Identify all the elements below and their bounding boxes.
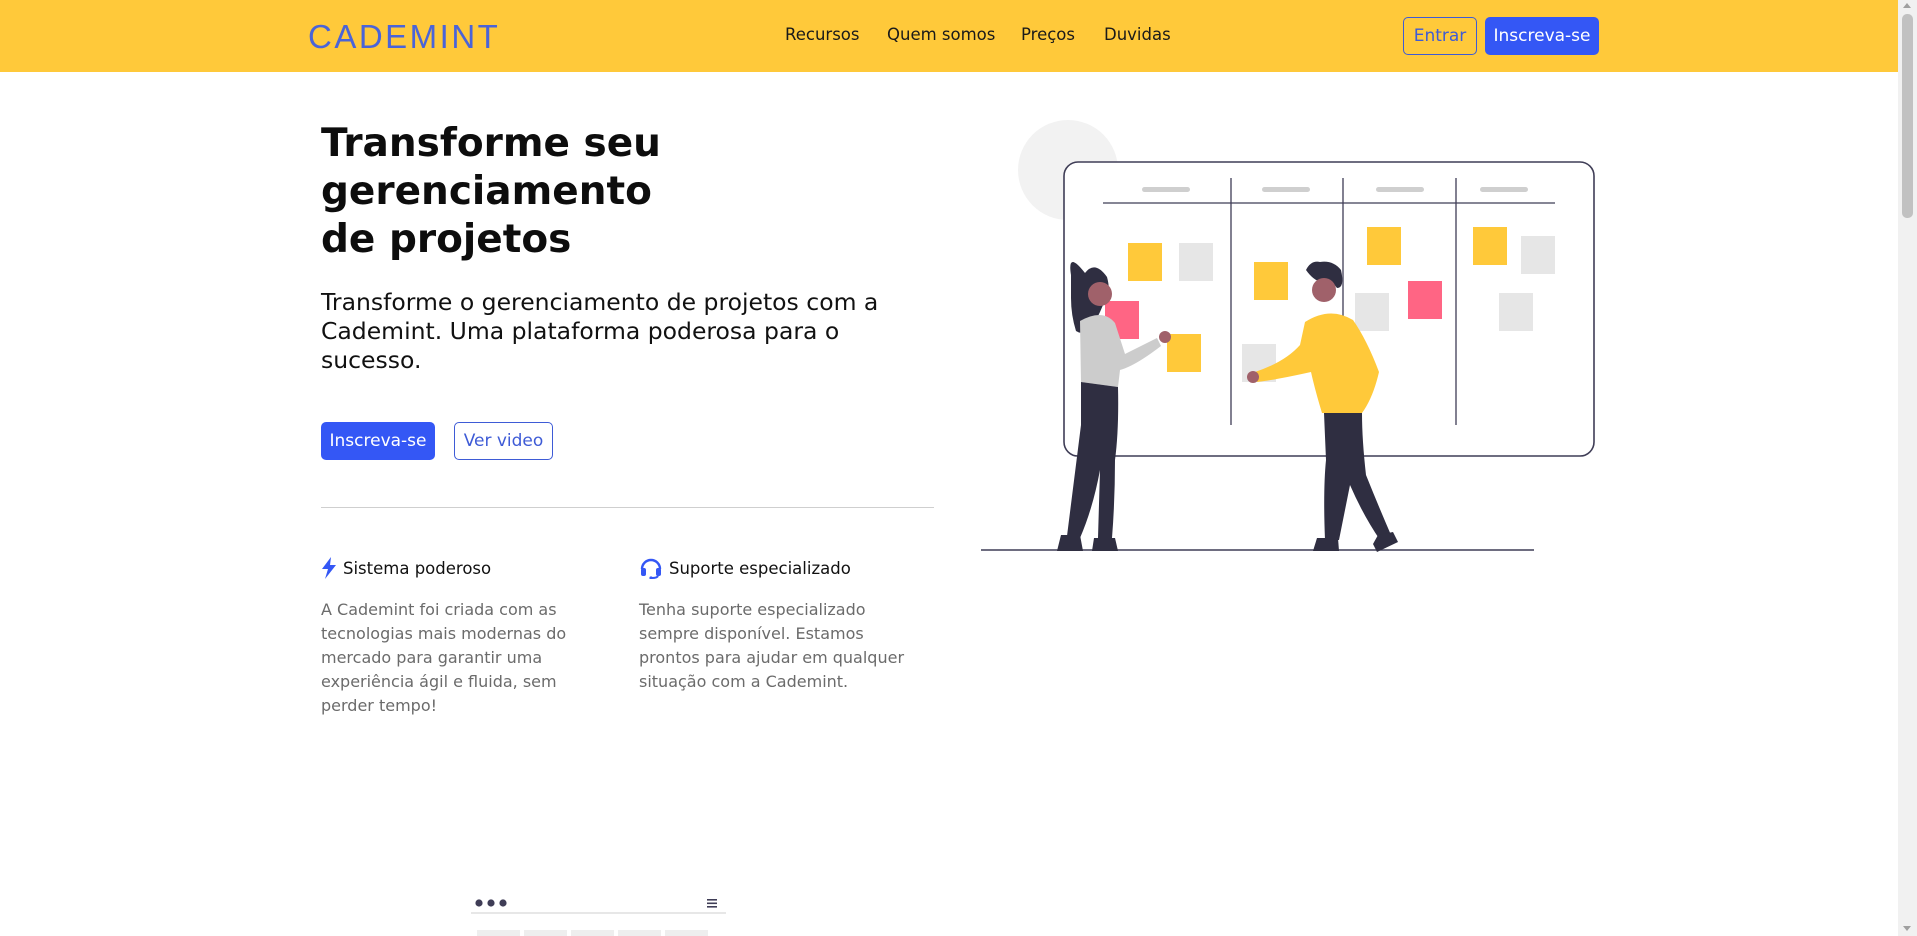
lightning-icon [322,557,336,579]
sticky-note [1521,236,1555,274]
window-dot-icon [499,899,507,907]
kanban-board-illustration [981,120,1595,552]
window-dot-icon [487,899,495,907]
feature-title: Suporte especializado [669,558,851,578]
nav-link-duvidas[interactable]: Duvidas [1104,25,1171,44]
hero-title: Transforme seu gerenciamento de projetos [321,121,661,262]
nav-link-quem-somos[interactable]: Quem somos [887,25,995,44]
sticky-note [1473,227,1507,265]
app-preview-window [468,890,728,936]
feature-specialized-support: Suporte especializado Tenha suporte espe… [639,556,929,694]
watch-video-button[interactable]: Ver video [454,422,553,460]
login-button[interactable]: Entrar [1403,17,1477,55]
sticky-note [1367,227,1401,265]
nav-link-recursos[interactable]: Recursos [785,25,859,44]
feature-powerful-system: Sistema poderoso A Cademint foi criada c… [321,556,611,718]
section-divider [321,507,934,508]
hamburger-menu-icon [707,899,717,908]
scroll-down-arrow-icon[interactable] [1903,926,1911,931]
signup-button[interactable]: Inscreva-se [1485,17,1599,55]
sticky-note [1499,293,1533,331]
sticky-note [1355,293,1389,331]
sticky-note [1408,281,1442,319]
sticky-note [1167,334,1201,372]
feature-title: Sistema poderoso [343,558,492,578]
sticky-note [1128,243,1162,281]
top-navbar: CADEMINT Recursos Quem somos Preços Duvi… [0,0,1898,72]
cademint-logo[interactable]: CADEMINT [308,18,500,56]
scroll-thumb[interactable] [1902,14,1913,218]
window-dot-icon [475,899,483,907]
feature-description: Tenha suporte especializado sempre dispo… [639,600,905,691]
sticky-note [1179,243,1213,281]
headset-icon [640,558,662,579]
hero-subtitle: Transforme o gerenciamento de projetos c… [321,288,879,374]
sticky-note [1254,262,1288,300]
feature-description: A Cademint foi criada com as tecnologias… [321,600,567,715]
hero-signup-button[interactable]: Inscreva-se [321,422,435,460]
scroll-up-arrow-icon[interactable] [1903,3,1911,8]
nav-link-precos[interactable]: Preços [1021,25,1075,44]
page-scrollbar[interactable] [1898,0,1917,936]
